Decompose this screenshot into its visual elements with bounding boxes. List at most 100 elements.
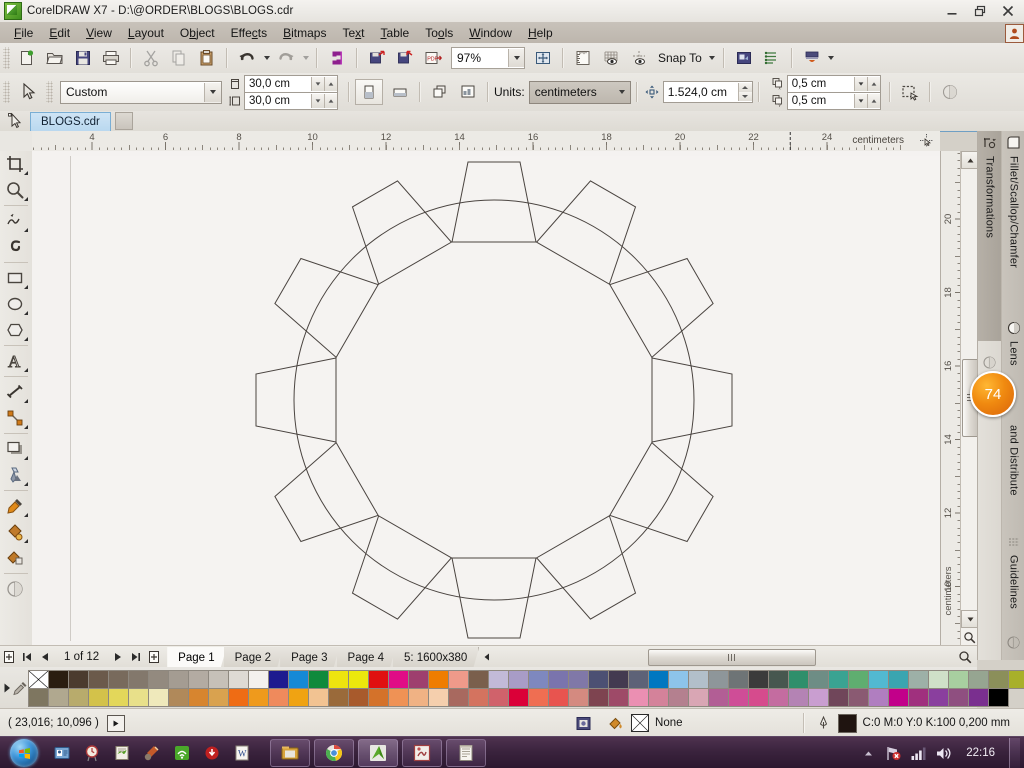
save-document-button[interactable] xyxy=(69,45,97,71)
close-button[interactable] xyxy=(994,1,1022,21)
toolbar-grip[interactable] xyxy=(3,47,10,69)
palette-swatch[interactable] xyxy=(328,669,349,689)
units-combo[interactable]: centimeters xyxy=(528,80,631,104)
duplicate-y-increment[interactable] xyxy=(866,93,880,108)
tray-chevron-up-icon[interactable] xyxy=(860,745,877,762)
docker-guidelines[interactable]: Guidelines xyxy=(1002,531,1024,641)
menu-object[interactable]: Object xyxy=(172,24,223,42)
full-screen-preview-button[interactable] xyxy=(529,45,557,71)
palette-swatch[interactable] xyxy=(28,687,49,707)
menu-tools[interactable]: Tools xyxy=(417,24,461,42)
notification-badge[interactable]: 74 xyxy=(970,371,1016,417)
taskbar-notepad-button[interactable] xyxy=(446,739,486,767)
palette-swatch[interactable] xyxy=(468,687,489,707)
palette-swatch[interactable] xyxy=(148,687,169,707)
page-tab-2[interactable]: Page 2 xyxy=(224,647,283,668)
user-account-icon[interactable] xyxy=(1005,24,1024,43)
show-desktop-button[interactable] xyxy=(1009,738,1020,768)
taskbar-chrome-button[interactable] xyxy=(314,739,354,767)
palette-swatch[interactable] xyxy=(68,669,89,689)
zoom-tool-button[interactable] xyxy=(0,177,30,203)
menu-file[interactable]: File xyxy=(6,24,41,42)
palette-swatch[interactable] xyxy=(268,669,289,689)
palette-swatch[interactable] xyxy=(228,669,249,689)
horizontal-ruler[interactable]: 4 6 8 10 12 14 16 18 20 22 24 centimeters xyxy=(32,131,940,152)
palette-expand-button[interactable] xyxy=(2,671,12,705)
page-size-dropdown-icon[interactable] xyxy=(204,82,221,102)
copy-button[interactable] xyxy=(165,45,193,71)
taskbar-notes-icon[interactable] xyxy=(112,743,132,763)
undo-dropdown-caret[interactable] xyxy=(261,46,272,70)
palette-swatch[interactable] xyxy=(608,687,629,707)
next-page-button[interactable] xyxy=(109,648,127,666)
add-page-after-button[interactable] xyxy=(145,648,163,666)
snap-to-label[interactable]: Snap To xyxy=(653,51,707,65)
palette-swatch[interactable] xyxy=(708,669,729,689)
palette-swatch[interactable] xyxy=(968,669,989,689)
snap-to-dropdown-caret[interactable] xyxy=(707,46,718,70)
cut-button[interactable] xyxy=(137,45,165,71)
palette-swatch[interactable] xyxy=(748,669,769,689)
palette-swatch[interactable] xyxy=(1008,669,1024,689)
page-height-spinner[interactable]: 30,0 cm xyxy=(244,91,338,110)
page-height-increment[interactable] xyxy=(324,93,337,108)
crop-tool-button[interactable] xyxy=(0,151,30,177)
palette-swatch[interactable] xyxy=(348,669,369,689)
palette-swatch[interactable] xyxy=(28,669,49,689)
palette-swatch[interactable] xyxy=(308,687,329,707)
duplicate-x-increment[interactable] xyxy=(866,76,880,91)
export-button[interactable] xyxy=(391,45,419,71)
tray-network-error-icon[interactable] xyxy=(885,745,902,762)
palette-eyedropper-icon[interactable] xyxy=(12,671,28,705)
property-bar-grip[interactable] xyxy=(3,81,10,103)
application-launcher-button[interactable] xyxy=(798,45,826,71)
palette-swatch[interactable] xyxy=(608,669,629,689)
landscape-orientation-button[interactable] xyxy=(386,79,414,105)
zoom-level-combo[interactable]: 97% xyxy=(451,47,525,69)
first-page-button[interactable] xyxy=(18,648,36,666)
horizontal-scroll-thumb[interactable] xyxy=(648,649,816,666)
palette-swatch[interactable] xyxy=(788,687,809,707)
palette-swatch[interactable] xyxy=(408,687,429,707)
object-styles-button[interactable] xyxy=(758,45,786,71)
palette-swatch[interactable] xyxy=(268,687,289,707)
restore-button[interactable] xyxy=(966,1,994,21)
show-rulers-button[interactable] xyxy=(569,45,597,71)
duplicate-x-spinner[interactable]: 0,5 cm xyxy=(786,74,881,93)
fill-color-icon[interactable] xyxy=(605,713,625,733)
palette-swatch[interactable] xyxy=(908,669,929,689)
docker-align-and-distribute[interactable]: and Distribute xyxy=(1002,403,1024,528)
palette-swatch[interactable] xyxy=(228,687,249,707)
palette-swatch[interactable] xyxy=(408,669,429,689)
palette-swatch[interactable] xyxy=(428,687,449,707)
search-content-button[interactable] xyxy=(323,45,351,71)
duplicate-y-spinner[interactable]: 0,5 cm xyxy=(786,91,881,110)
palette-swatch[interactable] xyxy=(188,669,209,689)
rectangle-tool-button[interactable] xyxy=(0,265,30,291)
palette-swatch[interactable] xyxy=(248,687,269,707)
paste-button[interactable] xyxy=(193,45,221,71)
page-tab-5[interactable]: 5: 1600x380 xyxy=(393,647,479,668)
palette-swatch[interactable] xyxy=(168,687,189,707)
palette-swatch[interactable] xyxy=(928,687,949,707)
palette-swatch[interactable] xyxy=(128,669,149,689)
palette-swatch[interactable] xyxy=(148,669,169,689)
palette-swatch[interactable] xyxy=(668,687,689,707)
palette-swatch[interactable] xyxy=(868,687,889,707)
open-document-button[interactable] xyxy=(41,45,69,71)
palette-swatch[interactable] xyxy=(728,669,749,689)
palette-swatch[interactable] xyxy=(868,669,889,689)
zoom-selection-button[interactable] xyxy=(957,649,973,665)
menu-view[interactable]: View xyxy=(78,24,120,42)
menu-bitmaps[interactable]: Bitmaps xyxy=(275,24,334,42)
palette-swatch[interactable] xyxy=(168,669,189,689)
palette-swatch[interactable] xyxy=(508,669,529,689)
straight-line-connector-tool-button[interactable] xyxy=(0,405,30,431)
last-page-button[interactable] xyxy=(127,648,145,666)
taskbar-photopaint-button[interactable] xyxy=(402,739,442,767)
windows-start-button[interactable] xyxy=(2,738,46,768)
outline-color-tool-button[interactable] xyxy=(0,576,30,602)
palette-swatch[interactable] xyxy=(948,687,969,707)
undo-button[interactable] xyxy=(233,45,261,71)
nudge-increment[interactable] xyxy=(737,83,752,92)
